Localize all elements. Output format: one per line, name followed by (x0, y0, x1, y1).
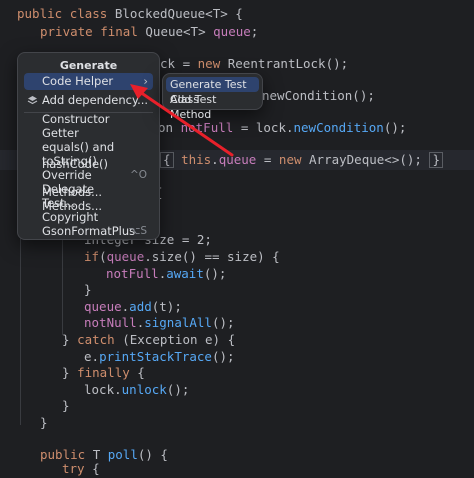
annotation-arrow-icon (130, 84, 234, 157)
